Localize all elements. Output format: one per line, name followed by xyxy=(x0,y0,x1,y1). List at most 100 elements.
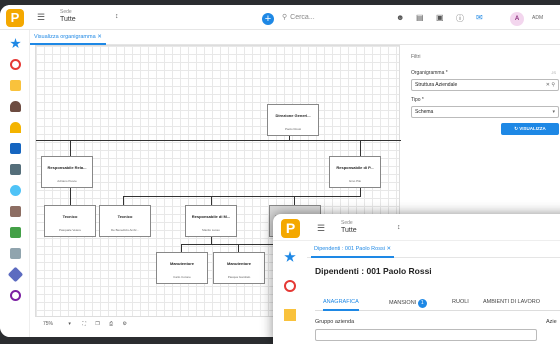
connector-line xyxy=(123,196,361,197)
sidebar xyxy=(0,30,30,337)
print-icon[interactable]: ⎙ xyxy=(109,321,113,327)
mansioni-badge: 1 xyxy=(417,299,427,308)
user-icon[interactable]: ☻ xyxy=(396,13,404,22)
node-title: Direzione Generl... xyxy=(275,113,311,118)
org-field[interactable]: Struttura Aziendale ✕ ⚲ xyxy=(411,79,559,91)
zoom-select[interactable]: 75% xyxy=(43,321,53,327)
top-bar: P ☰ Sede Tutte ↕ + ⚲ Cerca... ☻ ▤ ▣ ⓘ ✉ A… xyxy=(0,5,560,30)
node-name: De Benedicts Ambr... xyxy=(110,228,139,232)
sede-label: Sede xyxy=(341,220,353,226)
copy-icon[interactable]: ❐ xyxy=(95,321,99,327)
org-node[interactable]: Responsabile di M... Manilo Lusso xyxy=(185,205,237,237)
gear-icon[interactable]: ⚙ xyxy=(123,321,127,327)
search-icon[interactable]: ✕ ⚲ xyxy=(546,80,555,90)
documents-icon[interactable] xyxy=(10,206,21,217)
sede-label: Sede xyxy=(60,9,72,15)
node-name: Paolo Rossi xyxy=(284,127,301,131)
help-icon[interactable]: ⓘ xyxy=(456,13,464,24)
chevron-down-icon: ▾ xyxy=(552,109,555,115)
monitor-icon[interactable] xyxy=(10,164,21,175)
node-name: Gino Pilo xyxy=(348,179,362,183)
tab-bar: Dipendenti : 001 Paolo Rossi ✕ xyxy=(307,241,560,258)
sede-select[interactable]: Tutte xyxy=(60,16,76,23)
settings-icon[interactable] xyxy=(10,185,21,196)
app-logo[interactable]: P xyxy=(6,9,24,27)
sede-caret-icon[interactable]: ↕ xyxy=(397,224,401,231)
sede-caret-icon[interactable]: ↕ xyxy=(115,13,119,20)
medical-icon[interactable] xyxy=(10,143,21,154)
node-title: Tecnico xyxy=(117,214,133,219)
chat-icon[interactable]: ✉ xyxy=(476,13,483,22)
filters-title: Filtri xyxy=(411,54,421,60)
favorites-icon[interactable] xyxy=(10,38,21,49)
org-node[interactable]: Tecnico Pasquale Vetere xyxy=(44,205,96,237)
org-node[interactable]: Responsabile Rela... Adriano Pesce xyxy=(41,156,93,188)
video-icon[interactable]: ▣ xyxy=(436,13,444,22)
sede-select[interactable]: Tutte xyxy=(341,227,357,234)
people-icon[interactable] xyxy=(10,101,21,112)
search-icon: ⚲ xyxy=(282,14,288,21)
tab-ambienti[interactable]: AMBIENTI DI LAVORO xyxy=(483,299,540,305)
azienda-label: Azie xyxy=(546,319,557,325)
tab-visualizza-organigramma[interactable]: Visualizza organigramma ✕ xyxy=(30,30,106,45)
gruppo-label: Gruppo azienda xyxy=(315,319,355,325)
connector-line xyxy=(211,236,212,244)
employee-window: P ☰ Sede Tutte ↕ Dipendenti : 001 Paolo … xyxy=(273,214,560,344)
helmet-icon[interactable] xyxy=(10,122,21,133)
add-button[interactable]: + xyxy=(262,13,274,25)
chevron-down-icon[interactable]: ▾ xyxy=(68,321,71,327)
org-label: Organigramma * xyxy=(411,70,448,76)
clock-icon[interactable] xyxy=(10,59,21,70)
calendar-icon[interactable] xyxy=(10,227,21,238)
menu-icon[interactable]: ☰ xyxy=(317,223,325,234)
notes-icon[interactable] xyxy=(284,309,296,321)
org-node[interactable]: Manutentore Carlo Cotone xyxy=(156,252,208,284)
js-label: JS xyxy=(551,70,556,75)
visualizza-button[interactable]: ↻ VISUALIZZA xyxy=(501,123,559,135)
notes-icon[interactable] xyxy=(10,80,21,91)
user-name[interactable]: ADM xyxy=(532,15,543,21)
detail-tabs: ANAGRAFICA MANSIONI 1 RUOLI AMBIENTI DI … xyxy=(315,295,560,311)
clock-icon[interactable] xyxy=(284,280,296,292)
favorites-icon[interactable] xyxy=(284,251,296,262)
app-logo[interactable]: P xyxy=(281,219,300,238)
close-icon[interactable]: ✕ xyxy=(386,246,391,252)
tab-ruoli[interactable]: RUOLI xyxy=(452,299,469,305)
tab-mansioni[interactable]: MANSIONI 1 xyxy=(389,299,427,308)
node-title: Responsabile di P... xyxy=(336,165,374,170)
document-icon[interactable]: ▤ xyxy=(416,13,424,22)
connector-line xyxy=(238,244,239,252)
sidebar xyxy=(273,241,307,344)
node-name: Pasqua Garofalo xyxy=(227,275,251,279)
connector-line xyxy=(181,244,182,252)
search-input[interactable]: ⚲ Cerca... xyxy=(282,11,382,25)
tab-dipendenti[interactable]: Dipendenti : 001 Paolo Rossi ✕ xyxy=(311,241,395,258)
fit-icon[interactable]: ⛶ xyxy=(82,321,86,327)
connector-line xyxy=(211,196,212,205)
node-name: Adriano Pesce xyxy=(57,179,77,183)
org-node[interactable]: Tecnico De Benedicts Ambr... xyxy=(99,205,151,237)
type-label: Tipo * xyxy=(411,97,424,103)
type-select[interactable]: Schema ▾ xyxy=(411,106,559,118)
org-node[interactable]: Responsabile di P... Gino Pilo xyxy=(329,156,381,188)
node-title: Tecnico xyxy=(62,214,78,219)
target-icon[interactable] xyxy=(10,290,21,301)
top-bar: P ☰ Sede Tutte ↕ xyxy=(273,214,560,241)
avatar[interactable]: A xyxy=(510,12,524,26)
node-name: Manilo Lusso xyxy=(202,228,220,232)
edit-icon[interactable] xyxy=(7,266,24,283)
menu-icon[interactable]: ☰ xyxy=(37,12,45,23)
connector-line xyxy=(360,188,361,196)
connector-line xyxy=(70,140,71,156)
node-title: Manutentore xyxy=(227,261,251,266)
close-icon[interactable]: ✕ xyxy=(97,34,102,40)
chart-icon[interactable] xyxy=(10,248,21,259)
tab-anagrafica[interactable]: ANAGRAFICA xyxy=(323,299,359,311)
gruppo-field[interactable] xyxy=(315,329,537,341)
org-node[interactable]: Direzione Generl... Paolo Rossi xyxy=(267,104,319,136)
node-name: Carlo Cotone xyxy=(173,275,191,279)
zoom-toolbar: 75% ▾ ⛶ ❐ ⎙ ⚙ xyxy=(35,317,135,332)
connector-line xyxy=(360,140,361,156)
connector-line xyxy=(123,196,124,205)
org-node[interactable]: Manutentore Pasqua Garofalo xyxy=(213,252,265,284)
